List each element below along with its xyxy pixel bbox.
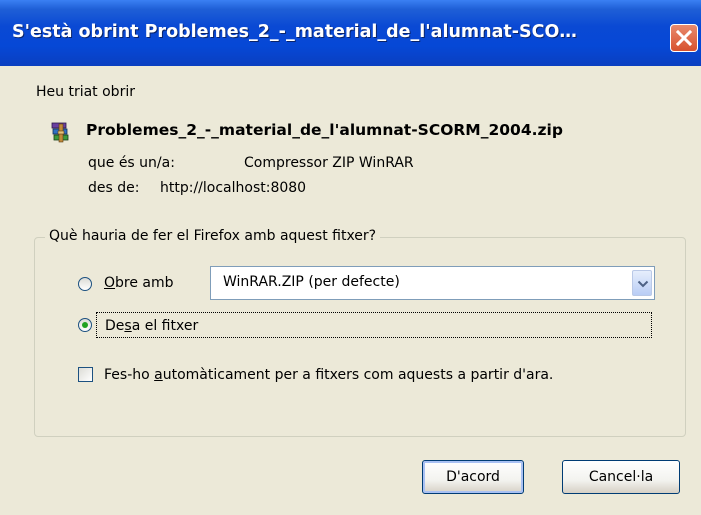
title-bar[interactable]: S'està obrint Problemes_2_-_material_de_… xyxy=(0,0,701,66)
save-file-label[interactable]: Desa el fitxer xyxy=(102,317,201,335)
open-with-app-select[interactable]: WinRAR.ZIP (per defecte) xyxy=(210,266,655,300)
file-source-value: http://localhost:8080 xyxy=(160,180,307,196)
ok-button[interactable]: D'acord xyxy=(422,460,524,494)
auto-action-label-post: utomàticament per a fitxers com aquests … xyxy=(162,367,554,383)
auto-action-mnemonic: a xyxy=(154,367,163,383)
window-title: S'està obrint Problemes_2_-_material_de_… xyxy=(12,22,577,42)
close-icon xyxy=(676,30,692,46)
intro-text: Heu triat obrir xyxy=(36,84,135,100)
file-type-label: que és un/a: xyxy=(88,155,175,171)
open-with-radio[interactable] xyxy=(78,277,92,291)
auto-action-label-pre: Fes-ho xyxy=(104,367,155,383)
open-with-mnemonic: O xyxy=(104,275,116,291)
save-file-label-pre: De xyxy=(105,318,125,334)
save-file-radio[interactable] xyxy=(78,318,92,332)
action-group-legend: Què hauria de fer el Firefox amb aquest … xyxy=(45,228,381,244)
file-source-label: des de: xyxy=(88,180,140,196)
save-file-label-post: a el fitxer xyxy=(131,318,199,334)
dropdown-button[interactable] xyxy=(632,270,652,296)
save-file-mnemonic: s xyxy=(124,318,132,334)
winrar-archive-icon xyxy=(51,122,69,143)
cancel-button[interactable]: Cancel·la xyxy=(562,460,680,494)
auto-action-checkbox[interactable] xyxy=(78,367,93,382)
open-with-label[interactable]: Obre amb xyxy=(104,275,174,291)
open-with-label-text: bre amb xyxy=(115,275,174,291)
file-name: Problemes_2_-_material_de_l'alumnat-SCOR… xyxy=(86,121,563,139)
file-type-value: Compressor ZIP WinRAR xyxy=(244,155,414,171)
auto-action-label[interactable]: Fes-ho automàticament per a fitxers com … xyxy=(104,367,553,383)
close-button[interactable] xyxy=(670,24,698,52)
open-with-app-value: WinRAR.ZIP (per defecte) xyxy=(223,274,400,290)
chevron-down-icon xyxy=(637,280,649,288)
